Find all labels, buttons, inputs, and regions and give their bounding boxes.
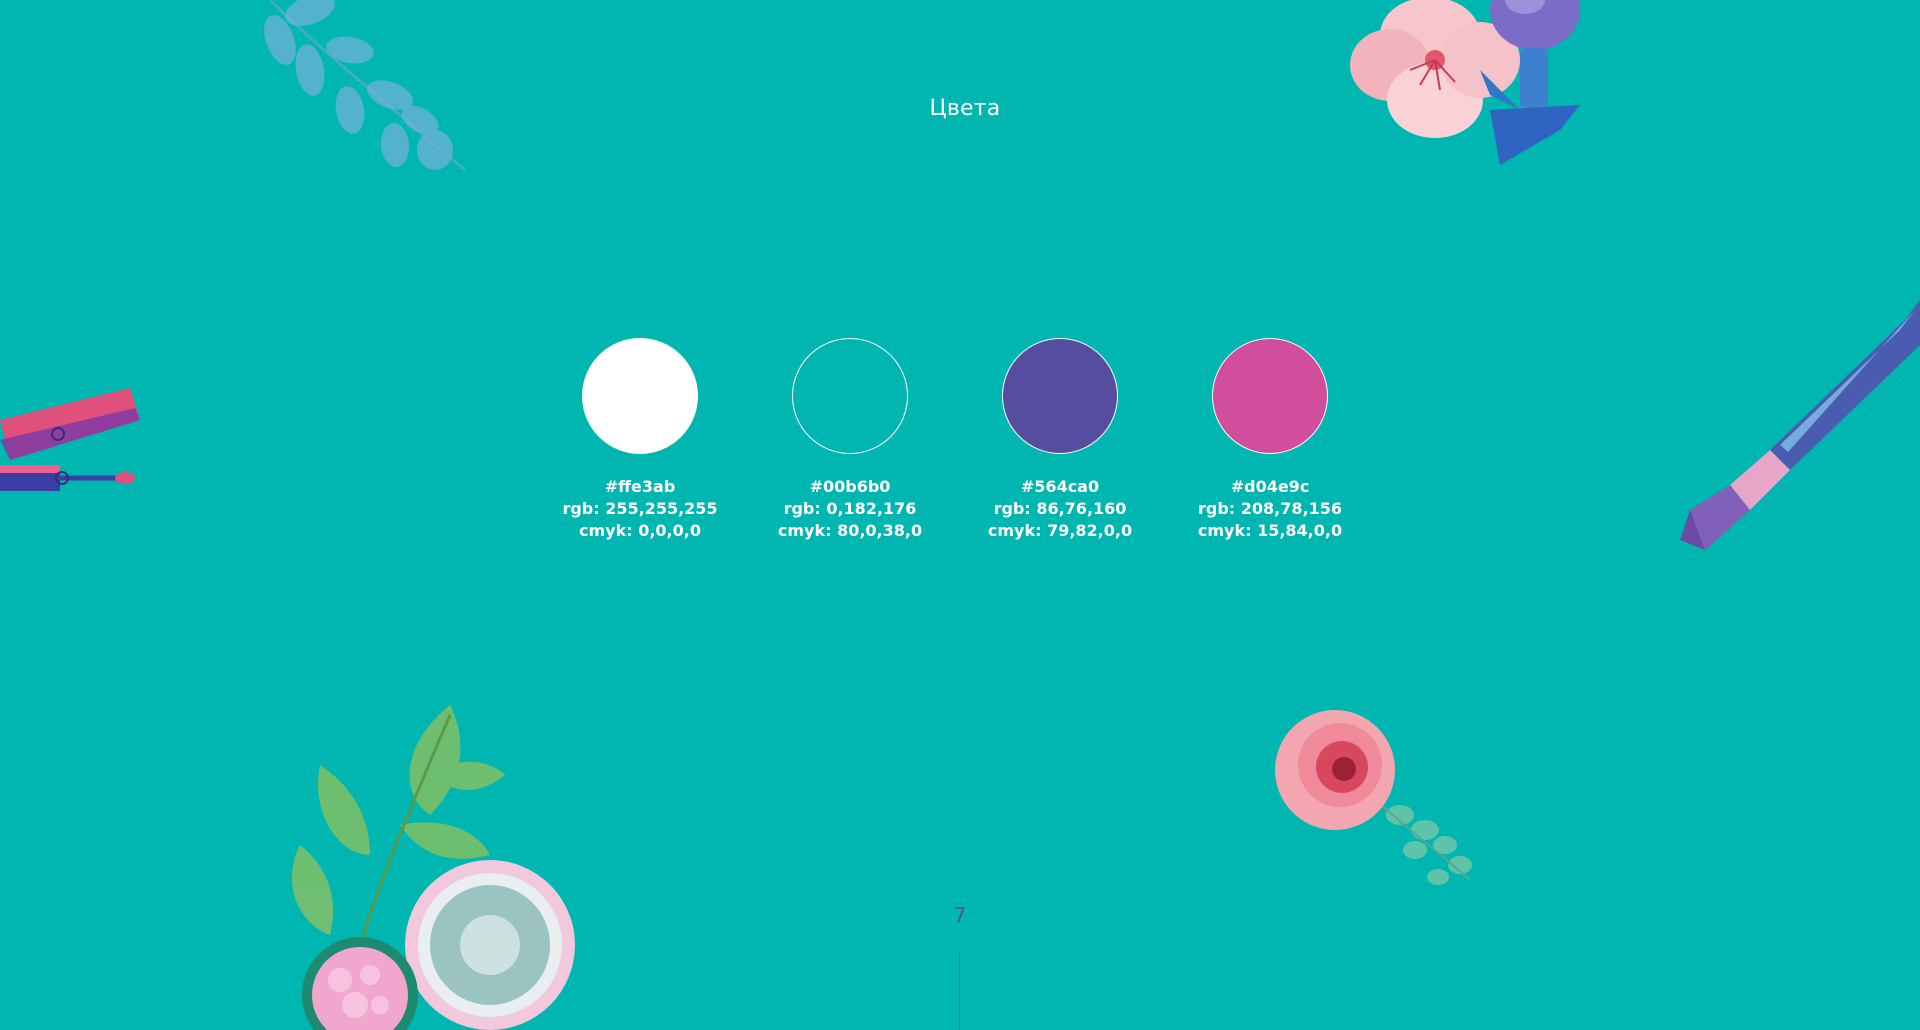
swatch-cmyk-label: cmyk: 0,0,0,0 — [579, 521, 701, 540]
swatch-rgb-label: rgb: 208,78,156 — [1198, 499, 1342, 518]
color-swatch-row: #ffe3ab rgb: 255,255,255 cmyk: 0,0,0,0 #… — [535, 338, 1535, 558]
rose-icon — [1275, 710, 1472, 885]
swatch-circle-white — [582, 338, 698, 454]
swatch-hex-label: #d04e9c — [1230, 477, 1310, 496]
swatch-circle-teal — [792, 338, 908, 454]
swatch-cmyk-label: cmyk: 15,84,0,0 — [1197, 521, 1343, 540]
swatch-circle-pink — [1212, 338, 1328, 454]
makeup-brush-icon — [1680, 300, 1920, 550]
swatch-hex-label: #00b6b0 — [809, 477, 891, 496]
swatch-hex-label: #ffe3ab — [604, 477, 676, 496]
powder-compact-icon — [291, 705, 575, 1030]
page-number: 7 — [953, 903, 967, 927]
color-swatch-purple: #564ca0 rgb: 86,76,160 cmyk: 79,82,0,0 — [955, 338, 1165, 542]
swatch-cmyk-label: cmyk: 80,0,38,0 — [777, 521, 923, 540]
color-swatch-pink: #d04e9c rgb: 208,78,156 cmyk: 15,84,0,0 — [1165, 338, 1375, 542]
leaf-branch-icon — [264, 0, 466, 172]
swatch-hex-label: #564ca0 — [1020, 477, 1100, 496]
page-title: Цвета — [929, 96, 1001, 121]
swatch-rgb-label: rgb: 0,182,176 — [783, 499, 917, 518]
color-swatch-teal: #00b6b0 rgb: 0,182,176 cmyk: 80,0,38,0 — [745, 338, 955, 542]
page-divider-line — [959, 952, 960, 1030]
swatch-circle-purple — [1002, 338, 1118, 454]
swatch-cmyk-label: cmyk: 79,82,0,0 — [987, 521, 1133, 540]
swatch-rgb-label: rgb: 255,255,255 — [562, 499, 718, 518]
flower-icon — [1350, 0, 1580, 165]
color-swatch-white: #ffe3ab rgb: 255,255,255 cmyk: 0,0,0,0 — [535, 338, 745, 542]
swatch-rgb-label: rgb: 86,76,160 — [993, 499, 1127, 518]
lip-gloss-icon — [0, 388, 140, 491]
